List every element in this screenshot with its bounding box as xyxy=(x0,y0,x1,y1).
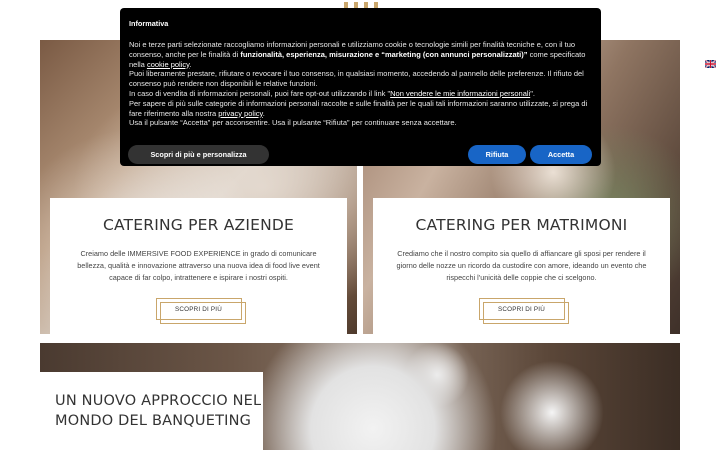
cookie-modal-text: Noi e terze parti selezionate raccogliam… xyxy=(129,40,594,128)
cookie-paragraph-1: Noi e terze parti selezionate raccogliam… xyxy=(129,40,594,69)
discover-more-label: SCOPRI DI PIÙ xyxy=(174,306,223,313)
discover-more-button[interactable]: SCOPRI DI PIÙ xyxy=(155,298,246,324)
cookie-policy-link[interactable]: cookie policy xyxy=(147,60,189,69)
card-description: Crediamo che il nostro compito sia quell… xyxy=(396,249,647,282)
cookie-modal-title: Informativa xyxy=(129,19,169,28)
cookie-paragraph-5: Usa il pulsante “Accetta” per acconsenti… xyxy=(129,118,457,128)
page: CATERING PER AZIENDE Creiamo delle IMMER… xyxy=(0,0,720,450)
banquet-heading-box: UN NUOVO APPROCCIO NEL MONDO DEL BANQUET… xyxy=(40,372,263,450)
uk-flag-icon[interactable] xyxy=(705,60,716,68)
accept-button[interactable]: Accetta xyxy=(530,145,592,164)
cookie-text: Per sapere di più sulle categorie di inf… xyxy=(129,98,588,118)
card-title: CATERING PER AZIENDE xyxy=(102,216,295,234)
banquet-heading: UN NUOVO APPROCCIO NEL MONDO DEL BANQUET… xyxy=(55,393,262,429)
card-title: CATERING PER MATRIMONI xyxy=(415,216,628,234)
discover-more-button[interactable]: SCOPRI DI PIÙ xyxy=(478,298,569,324)
discover-more-label: SCOPRI DI PIÙ xyxy=(497,306,546,313)
card-description: Creiamo delle IMMERSIVE FOOD EXPERIENCE … xyxy=(77,249,320,282)
cookie-text: ". xyxy=(530,88,535,98)
cookie-text: . xyxy=(189,59,192,69)
customize-button[interactable]: Scopri di più e personalizza xyxy=(128,145,269,164)
cookie-paragraph-4: Per sapere di più sulle categorie di inf… xyxy=(129,99,594,119)
privacy-policy-link[interactable]: privacy policy xyxy=(218,109,262,118)
card-corporate-catering: CATERING PER AZIENDE Creiamo delle IMMER… xyxy=(50,198,347,334)
cookie-text: . xyxy=(262,108,265,118)
cookie-paragraph-2: Puoi liberamente prestare, rifiutare o r… xyxy=(129,69,584,89)
cookie-text: In caso di vendita di informazioni perso… xyxy=(129,88,391,98)
cookie-paragraph-3: In caso di vendita di informazioni perso… xyxy=(129,89,594,99)
reject-button[interactable]: Rifiuta xyxy=(468,145,526,164)
cookie-purposes-bold: funzionalità, esperienza, misurazione e … xyxy=(240,49,528,59)
do-not-sell-link[interactable]: Non vendere le mie informazioni personal… xyxy=(390,89,530,98)
cookie-consent-modal: Informativa Noi e terze parti selezionat… xyxy=(120,8,601,166)
card-wedding-catering: CATERING PER MATRIMONI Crediamo che il n… xyxy=(373,198,670,334)
